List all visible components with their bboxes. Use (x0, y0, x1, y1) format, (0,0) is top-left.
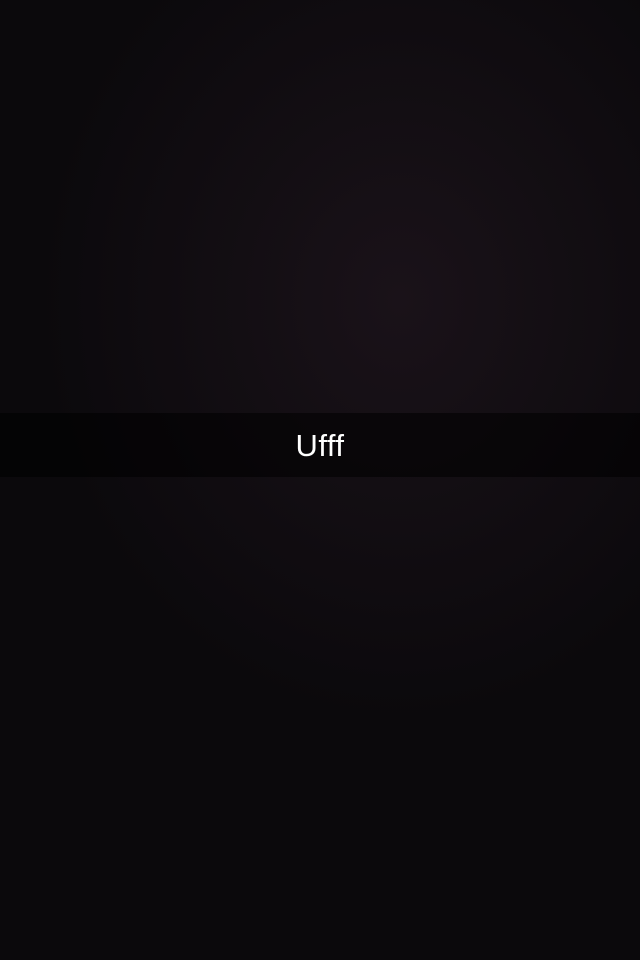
caption-text: Ufff (295, 427, 345, 463)
caption-bar: Ufff (0, 413, 640, 477)
snap-photo-view[interactable]: Ufff (0, 0, 640, 960)
